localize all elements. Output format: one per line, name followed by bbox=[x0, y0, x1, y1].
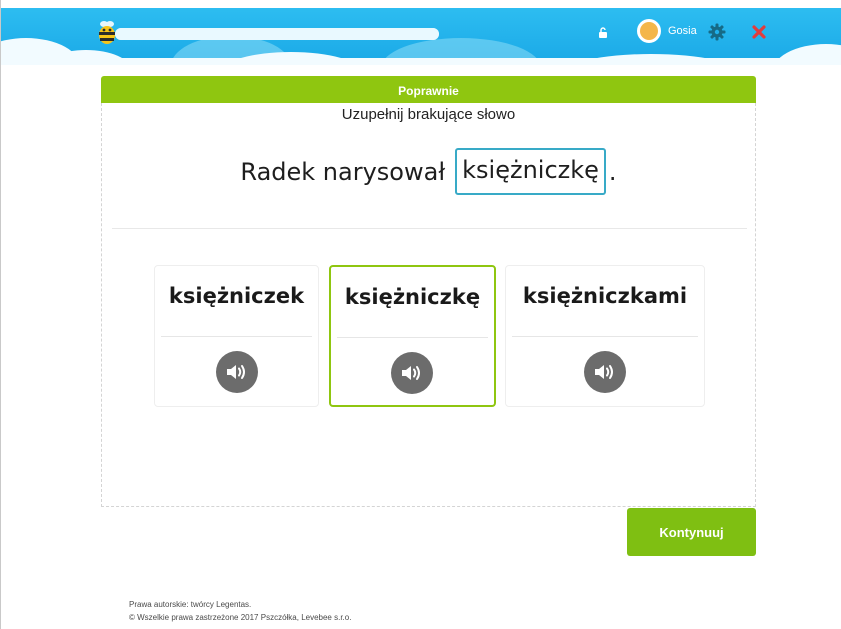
top-bar: Gosia bbox=[1, 8, 841, 65]
progress-fill bbox=[115, 28, 439, 40]
sentence: Radek narysował księżniczkę . bbox=[102, 148, 755, 195]
avatar-icon[interactable] bbox=[637, 19, 661, 43]
copyright-authors: Prawa autorskie: twórcy Legentas. bbox=[129, 600, 252, 609]
close-icon[interactable] bbox=[751, 24, 767, 40]
choice-option[interactable]: księżniczkami bbox=[505, 265, 705, 407]
sentence-text: Radek narysował bbox=[240, 157, 446, 186]
lock-icon[interactable] bbox=[598, 27, 608, 39]
progress-bar bbox=[115, 28, 439, 40]
bee-icon bbox=[99, 21, 115, 44]
copyright-notice: © Wszelkie prawa zastrzeżone 2017 Pszczó… bbox=[129, 613, 352, 622]
choice-divider bbox=[512, 336, 698, 337]
speaker-icon[interactable] bbox=[584, 351, 626, 393]
answer-slot: księżniczkę bbox=[455, 148, 606, 195]
sentence-end: . bbox=[608, 157, 617, 186]
choice-option[interactable]: księżniczek bbox=[154, 265, 319, 407]
answer-text: księżniczkę bbox=[462, 156, 599, 184]
continue-button[interactable]: Kontynuuj bbox=[627, 508, 756, 556]
choice-divider bbox=[337, 337, 488, 338]
choice-divider bbox=[161, 336, 312, 337]
gear-icon[interactable] bbox=[708, 23, 726, 41]
choice-label: księżniczkami bbox=[522, 284, 688, 308]
choice-option-selected[interactable]: księżniczkę bbox=[329, 265, 496, 407]
choice-label: księżniczek bbox=[168, 284, 305, 308]
divider bbox=[112, 228, 747, 229]
avatar-face bbox=[640, 22, 658, 40]
user-name[interactable]: Gosia bbox=[668, 25, 697, 37]
cloud-decoration bbox=[1, 58, 841, 65]
choice-label: księżniczkę bbox=[344, 285, 481, 309]
speaker-icon[interactable] bbox=[391, 352, 433, 394]
speaker-icon[interactable] bbox=[216, 351, 258, 393]
exercise-card: Uzupełnij brakujące słowo Radek narysowa… bbox=[101, 103, 756, 507]
footer: Prawa autorskie: twórcy Legentas. © Wsze… bbox=[129, 598, 351, 624]
result-header: Poprawnie bbox=[101, 76, 756, 103]
instruction-text: Uzupełnij brakujące słowo bbox=[341, 106, 516, 123]
